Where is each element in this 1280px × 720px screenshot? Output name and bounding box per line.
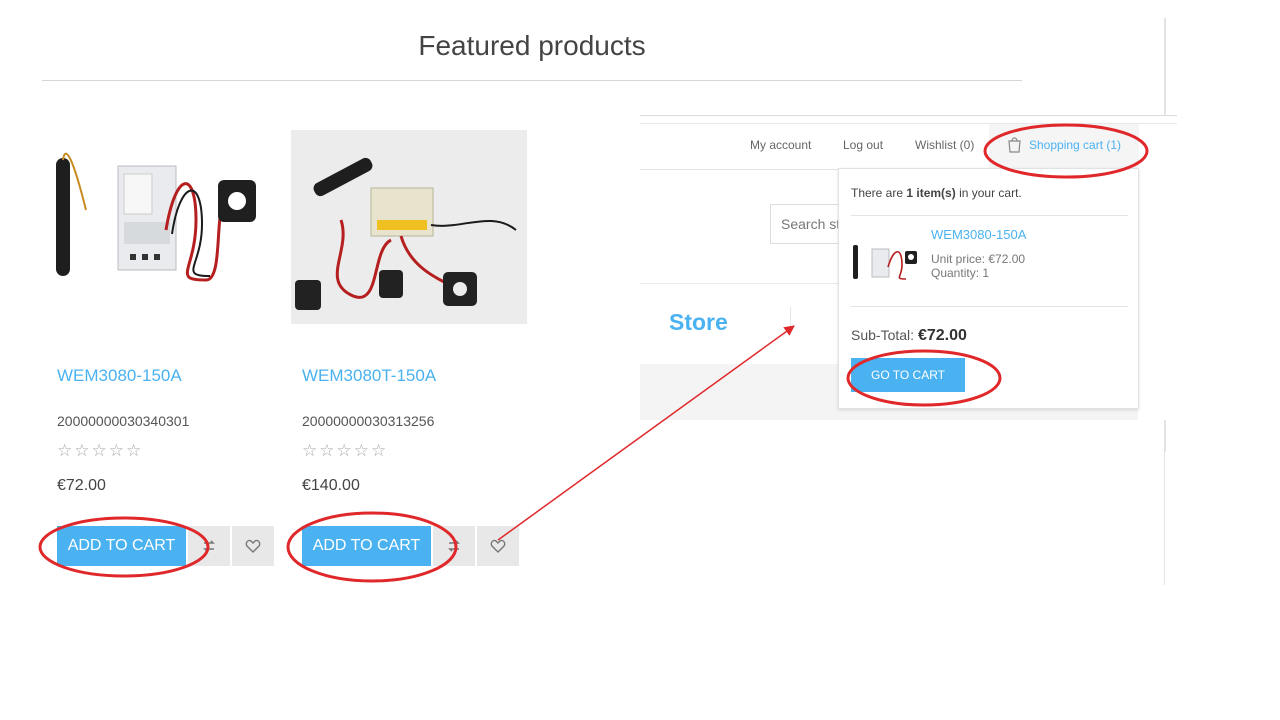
product-sku: 20000000030340301 <box>57 413 190 429</box>
add-to-cart-button[interactable]: ADD TO CART <box>302 526 431 566</box>
wishlist-button[interactable] <box>232 526 274 566</box>
product-name[interactable]: WEM3080T-150A <box>302 366 436 386</box>
cart-item-thumbnail[interactable] <box>850 237 922 285</box>
product-sku: 20000000030313256 <box>302 413 435 429</box>
rating-stars: ☆☆☆☆☆ <box>302 441 389 460</box>
product-image-2[interactable] <box>291 130 527 324</box>
flyout-divider <box>851 306 1128 307</box>
wishlist-button[interactable] <box>477 526 519 566</box>
subtotal-label: Sub-Total: <box>851 327 915 343</box>
cart-count-value: 1 item(s) <box>906 186 956 200</box>
header-divider <box>640 169 838 170</box>
annotation-arrow <box>497 325 795 541</box>
energy-meter-kit-image <box>56 152 256 282</box>
cart-count-text: There are 1 item(s) in your cart. <box>851 186 1022 200</box>
header-top-border <box>640 115 1177 116</box>
featured-title: Featured products <box>418 30 646 61</box>
cart-subtotal: Sub-Total: €72.00 <box>851 327 967 345</box>
rating-stars: ☆☆☆☆☆ <box>57 441 144 460</box>
nav-separator <box>790 307 791 335</box>
heart-icon <box>490 539 506 553</box>
compare-button[interactable] <box>188 526 230 566</box>
cart-item-image <box>853 245 917 280</box>
subtotal-value: €72.00 <box>917 327 967 344</box>
compare-button[interactable] <box>433 526 475 566</box>
product-card-1: WEM3080-150A 20000000030340301 ☆☆☆☆☆ €72… <box>46 130 282 570</box>
product-actions: ADD TO CART <box>57 526 274 566</box>
go-to-cart-button[interactable]: GO TO CART <box>851 358 965 392</box>
shopping-cart-label: Shopping cart (1) <box>1029 137 1122 152</box>
product-name[interactable]: WEM3080-150A <box>57 366 182 386</box>
cart-flyout: There are 1 item(s) in your cart. WEM308… <box>838 168 1139 409</box>
compare-icon <box>203 540 215 552</box>
wishlist-link[interactable]: Wishlist (0) <box>915 138 974 152</box>
product-image-1[interactable] <box>46 130 282 324</box>
crop-edge-line <box>1164 18 1166 116</box>
my-account-link[interactable]: My account <box>750 138 811 152</box>
shopping-cart-link[interactable]: Shopping cart (1) <box>1007 136 1121 153</box>
cart-item-unit-price: Unit price: €72.00 <box>931 252 1026 266</box>
title-divider <box>42 80 1022 81</box>
shopping-bag-icon <box>1008 137 1021 153</box>
cart-item-quantity: Quantity: 1 <box>931 266 990 280</box>
product-price: €140.00 <box>302 477 360 494</box>
product-price: €72.00 <box>57 477 106 494</box>
three-phase-meter-kit-image <box>295 157 517 310</box>
add-to-cart-button[interactable]: ADD TO CART <box>57 526 186 566</box>
cart-count-prefix: There are <box>851 186 904 200</box>
log-out-link[interactable]: Log out <box>843 138 883 152</box>
cart-item-name[interactable]: WEM3080-150A <box>931 227 1026 242</box>
heart-icon <box>245 539 261 553</box>
crop-edge-line <box>1164 420 1166 452</box>
screenshot-stage: Featured products WEM3080-150A 200000000… <box>0 0 1280 720</box>
product-actions: ADD TO CART <box>302 526 519 566</box>
nav-divider <box>640 283 838 284</box>
crop-edge-line <box>1164 452 1165 585</box>
search-input[interactable]: Search st <box>770 204 840 244</box>
flyout-divider <box>851 215 1128 216</box>
cart-count-suffix: in your cart. <box>959 186 1022 200</box>
product-card-2: WEM3080T-150A 20000000030313256 ☆☆☆☆☆ €1… <box>291 130 527 570</box>
compare-icon <box>448 540 460 552</box>
store-logo[interactable]: Store <box>669 309 728 336</box>
